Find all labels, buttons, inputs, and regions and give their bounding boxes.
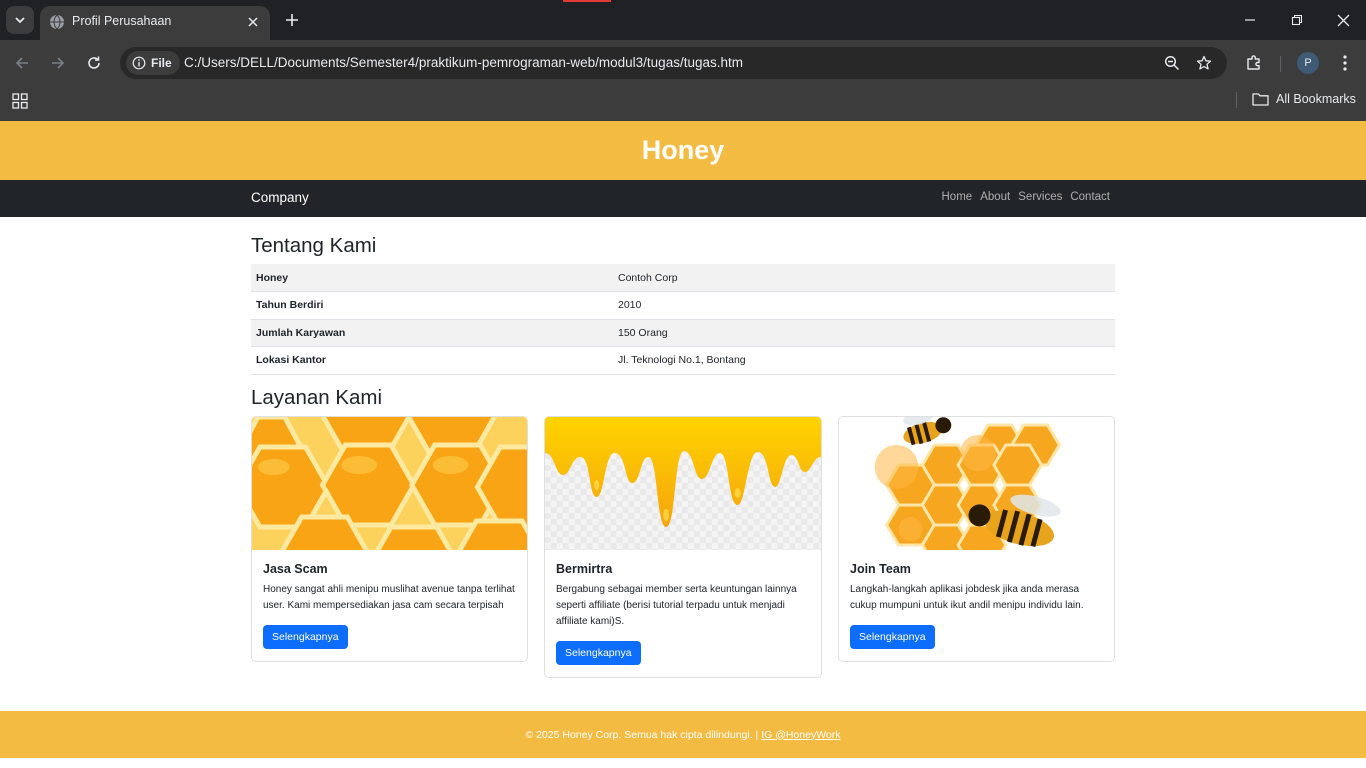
hero-header: Honey — [0, 121, 1366, 180]
table-key: Lokasi Kantor — [251, 346, 613, 375]
card-text: Langkah-langkah aplikasi jobdesk jika an… — [850, 584, 1084, 611]
address-bar[interactable]: File C:/Users/DELL/Documents/Semester4/p… — [120, 47, 1227, 79]
tab-search-button[interactable] — [6, 6, 34, 34]
chevron-down-icon — [15, 17, 25, 24]
table-value: Jl. Teknologi No.1, Bontang — [613, 346, 1115, 375]
selengkapnya-button[interactable]: Selengkapnya — [556, 641, 641, 665]
browser-menu-button[interactable] — [1334, 52, 1356, 74]
card-title: Join Team — [850, 562, 911, 576]
card-text: Bergabung sebagai member serta keuntunga… — [556, 584, 797, 627]
dripping-honey-image — [545, 417, 821, 550]
table-key: Tahun Berdiri — [251, 291, 613, 320]
about-table-wrap: Honey Contoh Corp Tahun Berdiri 2010 Jum… — [251, 264, 1115, 375]
browser-tab[interactable]: Profil Perusahaan — [40, 6, 270, 40]
plus-icon — [286, 14, 298, 26]
globe-icon — [50, 14, 64, 30]
card-title: Bermirtra — [556, 562, 613, 576]
profile-avatar[interactable]: P — [1297, 52, 1319, 74]
close-icon — [1337, 14, 1349, 26]
navbar-brand[interactable]: Company — [251, 190, 309, 205]
table-row: Lokasi Kantor Jl. Teknologi No.1, Bontan… — [251, 346, 1115, 375]
about-table: Honey Contoh Corp Tahun Berdiri 2010 Jum… — [251, 264, 1115, 375]
tab-close-button[interactable] — [244, 13, 262, 31]
nav-link-home[interactable]: Home — [942, 191, 973, 203]
bookmark-star-button[interactable] — [1195, 54, 1213, 72]
nav-link-about[interactable]: About — [980, 191, 1010, 203]
browser-toolbar: File C:/Users/DELL/Documents/Semester4/p… — [0, 40, 1366, 86]
nav-link-contact[interactable]: Contact — [1070, 191, 1110, 203]
bookmarks-bar: All Bookmarks — [0, 86, 1366, 121]
services-heading: Layanan Kami — [251, 386, 383, 409]
page-bottom-strip — [0, 758, 1366, 768]
all-bookmarks-label: All Bookmarks — [1276, 92, 1356, 106]
table-key: Jumlah Karyawan — [251, 319, 613, 347]
card-body: Bermirtra Bergabung sebagai member serta… — [545, 550, 821, 677]
selengkapnya-button[interactable]: Selengkapnya — [263, 625, 348, 649]
hero-title: Honey — [641, 135, 725, 165]
service-card-bermirtra: Bermirtra Bergabung sebagai member serta… — [544, 416, 822, 678]
minimize-icon — [1245, 19, 1255, 21]
all-bookmarks-button[interactable]: All Bookmarks — [1252, 92, 1356, 106]
folder-icon — [1252, 93, 1269, 106]
footer-instagram-link[interactable]: IG @HoneyWork — [761, 729, 840, 741]
bees-honeycomb-image — [839, 417, 1114, 550]
reload-button[interactable] — [83, 52, 105, 74]
table-value: 2010 — [613, 291, 1115, 320]
tab-title: Profil Perusahaan — [72, 14, 172, 28]
minimize-button[interactable] — [1240, 10, 1260, 30]
service-cards: Jasa Scam Honey sangat ahli menipu musli… — [251, 416, 1115, 678]
navbar: Company Home About Services Contact — [0, 180, 1366, 217]
table-row: Jumlah Karyawan 150 Orang — [251, 319, 1115, 347]
table-row: Honey Contoh Corp — [251, 264, 1115, 292]
kebab-menu-icon — [1343, 55, 1347, 71]
web-page: Honey Company Home About Services Contac… — [0, 121, 1366, 768]
table-value: Contoh Corp — [613, 264, 1115, 292]
arrow-right-icon — [52, 57, 65, 69]
apps-grid-icon[interactable] — [12, 93, 28, 109]
bookmarks-separator — [1236, 92, 1237, 108]
selengkapnya-button[interactable]: Selengkapnya — [850, 625, 935, 649]
card-body: Jasa Scam Honey sangat ahli menipu musli… — [252, 550, 527, 661]
close-window-button[interactable] — [1333, 10, 1353, 30]
card-text: Honey sangat ahli menipu muslihat avenue… — [263, 584, 515, 611]
footer-copyright: © 2025 Honey Corp. Semua hak cipta dilin… — [525, 728, 759, 741]
arrow-left-icon — [15, 57, 28, 69]
puzzle-icon — [1247, 55, 1260, 70]
restore-button[interactable] — [1287, 10, 1307, 30]
site-info-label: File — [151, 56, 172, 70]
zoom-out-icon — [1164, 55, 1180, 71]
nav-link-services[interactable]: Services — [1018, 191, 1062, 203]
service-card-jasa-scam: Jasa Scam Honey sangat ahli menipu musli… — [251, 416, 528, 662]
close-icon — [248, 17, 258, 27]
browser-tab-bar: Profil Perusahaan — [0, 0, 1366, 40]
back-button[interactable] — [11, 52, 33, 74]
table-value: 150 Orang — [613, 319, 1115, 347]
card-title: Jasa Scam — [263, 562, 328, 576]
card-body: Join Team Langkah-langkah aplikasi jobde… — [839, 550, 1114, 661]
table-row: Tahun Berdiri 2010 — [251, 291, 1115, 320]
star-icon — [1196, 55, 1212, 70]
info-icon — [132, 56, 146, 70]
service-card-join-team: Join Team Langkah-langkah aplikasi jobde… — [838, 416, 1115, 662]
new-tab-button[interactable] — [282, 10, 302, 30]
url-text: C:/Users/DELL/Documents/Semester4/prakti… — [184, 55, 743, 70]
zoom-button[interactable] — [1163, 54, 1181, 72]
honeycomb-image — [252, 417, 527, 550]
extensions-button[interactable] — [1243, 52, 1265, 74]
navbar-links: Home About Services Contact — [942, 191, 1111, 203]
about-heading: Tentang Kami — [251, 234, 377, 257]
forward-button[interactable] — [47, 52, 69, 74]
reload-icon — [88, 56, 100, 69]
toolbar-separator — [1280, 56, 1281, 72]
site-info-chip[interactable]: File — [126, 51, 180, 75]
restore-icon — [1291, 14, 1303, 26]
table-key: Honey — [251, 264, 613, 292]
page-footer: © 2025 Honey Corp. Semua hak cipta dilin… — [0, 711, 1366, 758]
tab-strip-indicator — [563, 0, 611, 2]
